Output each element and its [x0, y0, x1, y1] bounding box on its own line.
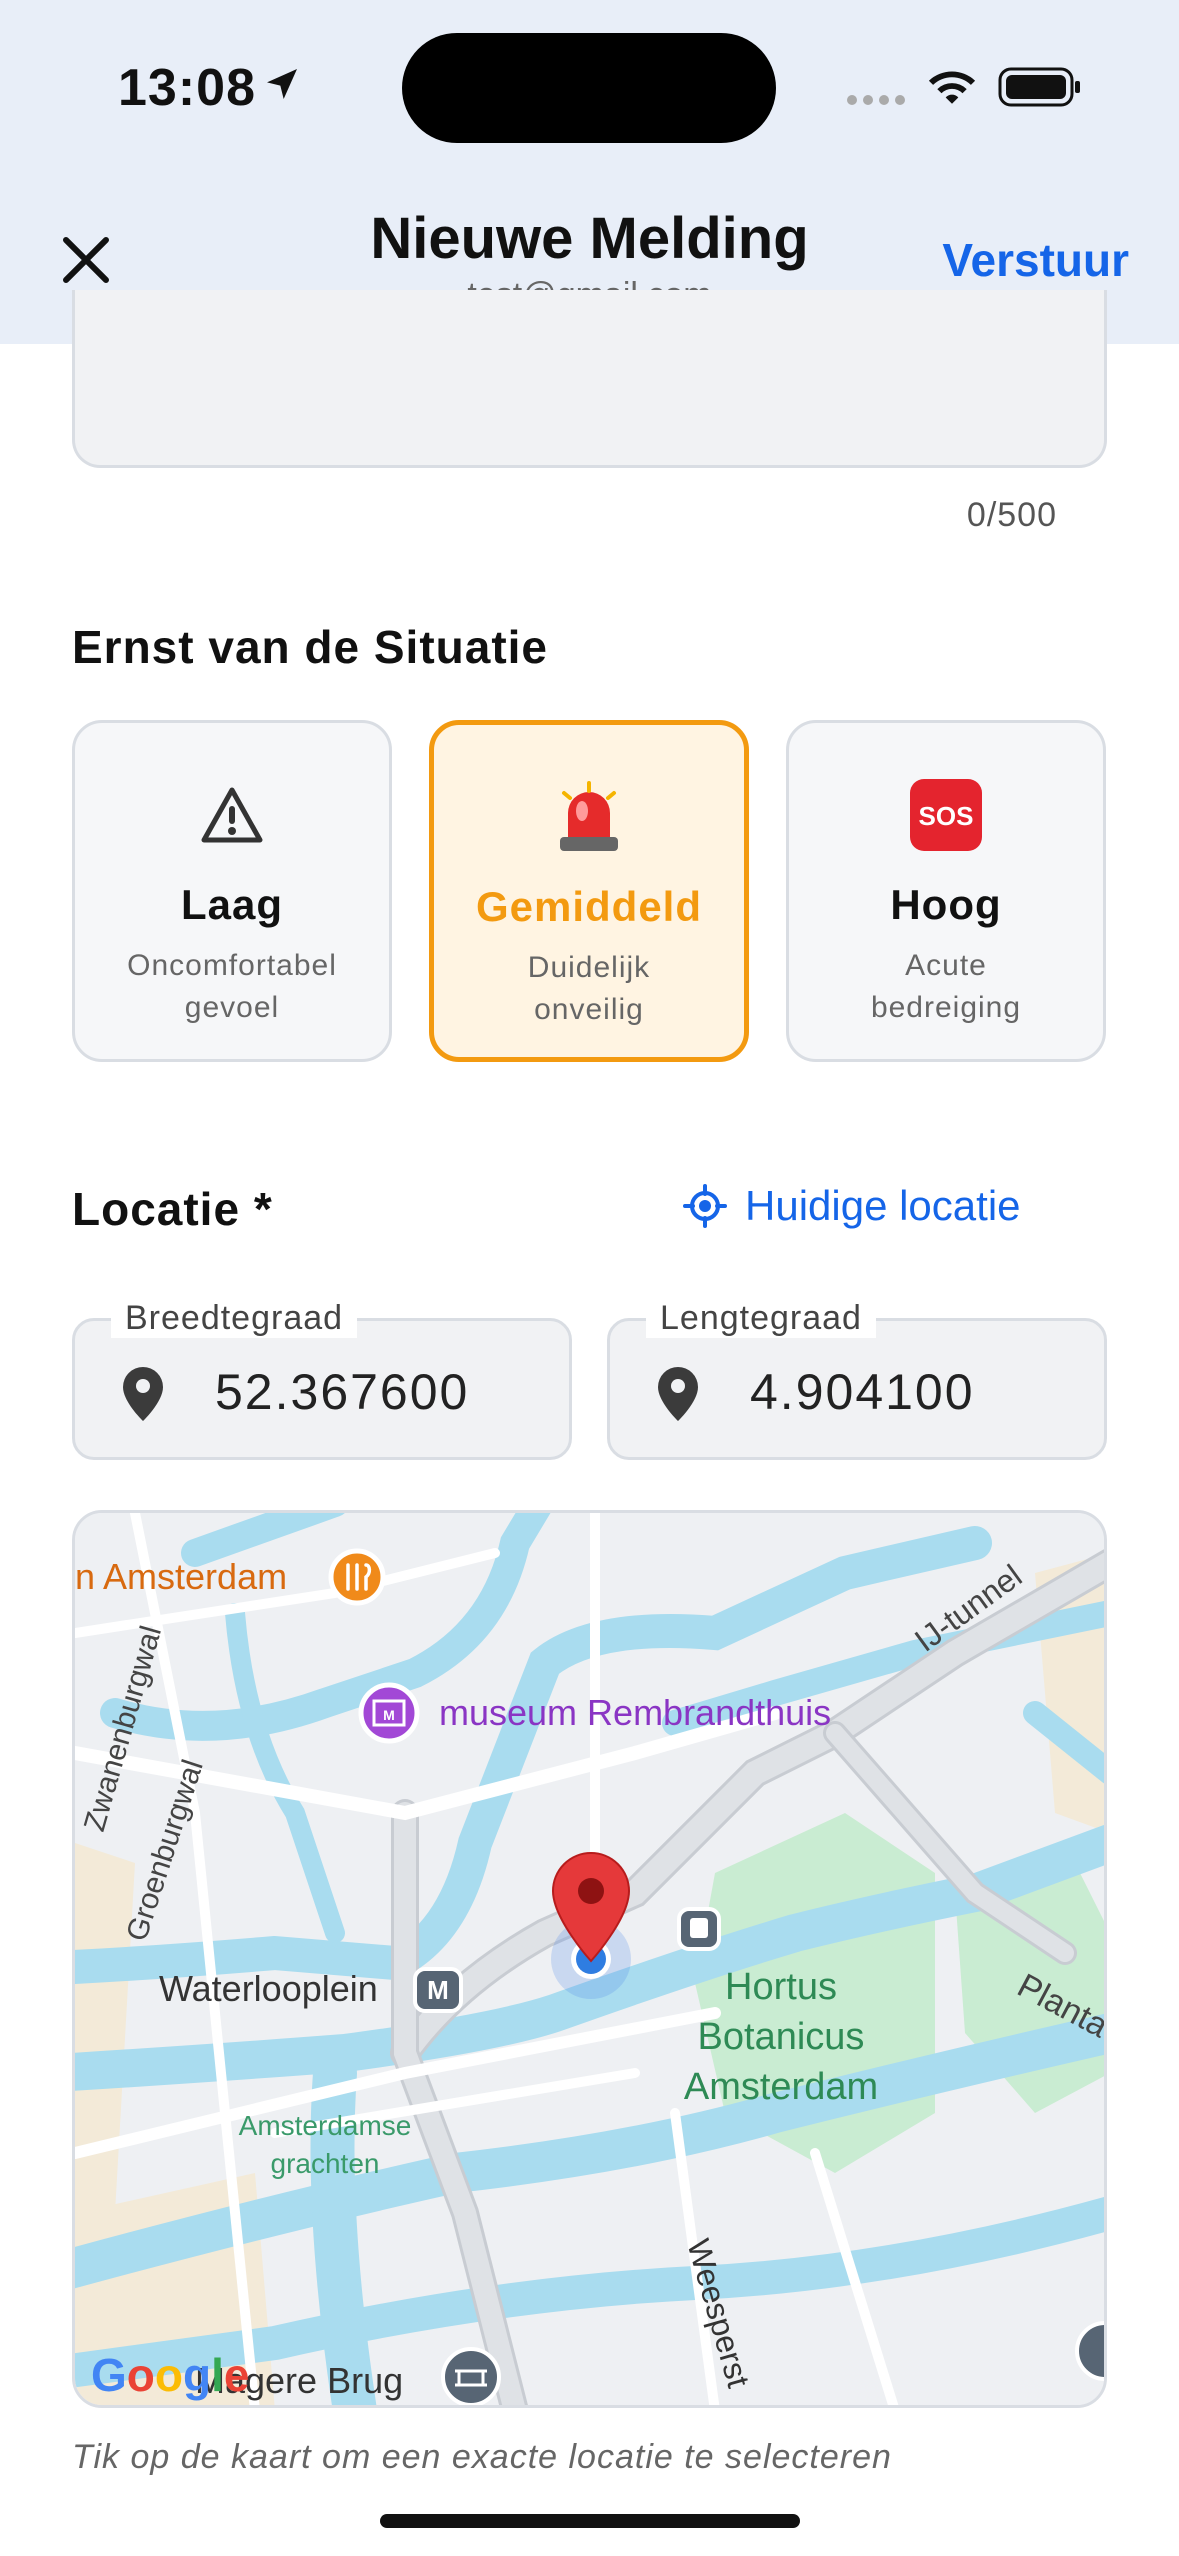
crosshair-icon	[683, 1184, 727, 1228]
severity-label: Hoog	[890, 881, 1002, 928]
severity-option-medium[interactable]: Gemiddeld Duidelijk onveilig	[429, 720, 749, 1062]
map-label-hortus: Amsterdam	[684, 2066, 878, 2108]
map-label-museum: museum Rembrandthuis	[439, 1692, 831, 1733]
map-canvas[interactable]: n Amsterdam M museum Rembrandthuis Zwane…	[75, 1513, 1107, 2408]
map-pin-icon	[123, 1367, 163, 1421]
current-location-label: Huidige locatie	[745, 1182, 1021, 1229]
map-hint: Tik op de kaart om een exacte locatie te…	[72, 2438, 892, 2476]
longitude-value: 4.904100	[750, 1364, 975, 1420]
severity-option-low[interactable]: Laag Oncomfortabel gevoel	[72, 720, 392, 1062]
map-label-hortus: Botanicus	[698, 2016, 865, 2058]
map-label-restaurant: n Amsterdam	[75, 1556, 287, 1597]
severity-description: Duidelijk onveilig	[527, 951, 651, 1026]
character-counter: 0/500	[966, 496, 1057, 534]
sos-icon: SOS	[910, 779, 982, 851]
wifi-icon	[928, 71, 976, 104]
status-bar: 13:08	[0, 0, 1179, 170]
severity-title: Ernst van de Situatie	[72, 621, 549, 673]
bridge-icon[interactable]	[441, 2347, 501, 2405]
status-time: 13:08	[118, 59, 256, 117]
cellular-icon	[847, 95, 905, 105]
latitude-field[interactable]: Breedtegraad 52.367600	[72, 1299, 572, 1460]
map-label-metro: Waterlooplein	[159, 1968, 378, 2009]
severity-option-high[interactable]: SOS Hoog Acute bedreiging	[786, 720, 1106, 1062]
latitude-label: Breedtegraad	[111, 1299, 358, 1338]
severity-label: Gemiddeld	[475, 883, 703, 930]
museum-icon[interactable]: M	[358, 1682, 420, 1744]
map-pin-icon	[658, 1367, 698, 1421]
map-label-hortus: Hortus	[725, 1966, 837, 2008]
location-arrow-icon	[267, 69, 297, 99]
svg-text:M: M	[383, 1707, 395, 1723]
siren-icon	[560, 781, 618, 851]
current-location-button[interactable]: Huidige locatie	[683, 1182, 1021, 1230]
svg-text:SOS: SOS	[919, 801, 974, 831]
severity-description: Acute bedreiging	[870, 949, 1022, 1024]
home-indicator	[380, 2514, 800, 2528]
tram-icon[interactable]	[677, 1907, 721, 1951]
map-view[interactable]: n Amsterdam M museum Rembrandthuis Zwane…	[72, 1510, 1107, 2408]
battery-icon	[998, 67, 1080, 107]
severity-label: Laag	[180, 881, 284, 928]
metro-icon[interactable]: M	[413, 1967, 463, 2013]
latitude-value: 52.367600	[215, 1364, 470, 1420]
send-button[interactable]: Verstuur	[942, 233, 1129, 287]
map-label-grachten: Amsterdamse	[239, 2110, 412, 2141]
description-textarea[interactable]	[72, 290, 1107, 468]
longitude-field[interactable]: Lengtegraad 4.904100	[607, 1299, 1107, 1460]
longitude-label: Lengtegraad	[646, 1299, 876, 1338]
warning-icon	[201, 787, 263, 843]
map-label-grachten: grachten	[271, 2148, 380, 2179]
google-logo: Google	[91, 2349, 249, 2401]
dynamic-island	[402, 33, 776, 143]
restaurant-icon[interactable]	[328, 1548, 386, 1606]
location-title: Locatie *	[72, 1183, 273, 1235]
svg-text:M: M	[427, 1975, 449, 2005]
severity-description: Oncomfortabel gevoel	[127, 949, 337, 1024]
